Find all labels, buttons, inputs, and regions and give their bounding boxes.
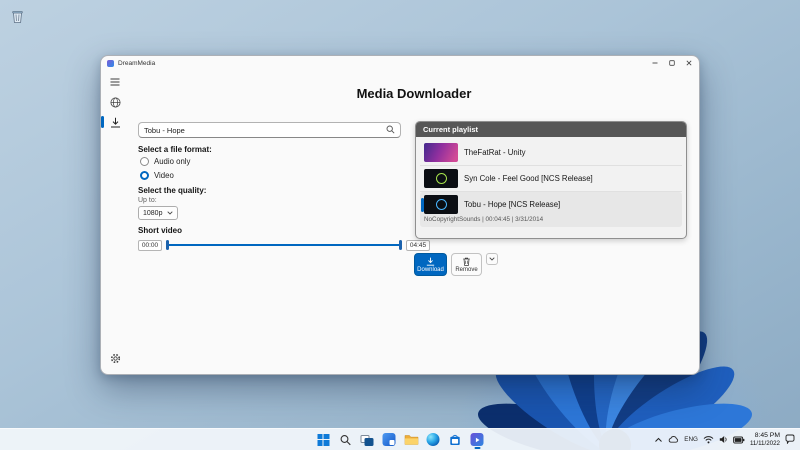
sidebar-item-browser[interactable] bbox=[105, 93, 125, 111]
download-button[interactable]: Download bbox=[414, 253, 447, 276]
system-tray: ENG 8:45 PM 11/11/2022 bbox=[654, 429, 795, 450]
trim-end-field[interactable]: 04:45 bbox=[406, 239, 430, 251]
microsoft-store-icon[interactable] bbox=[448, 432, 463, 447]
slider-thumb-start[interactable] bbox=[166, 240, 169, 250]
playlist-item-title: TheFatRat - Unity bbox=[464, 148, 526, 157]
playlist-thumbnail bbox=[424, 195, 458, 214]
recycle-bin-icon[interactable] bbox=[9, 7, 25, 25]
radio-video-label: Video bbox=[154, 171, 174, 180]
tray-date: 11/11/2022 bbox=[749, 439, 780, 447]
taskbar-center-icons bbox=[316, 429, 485, 450]
ncs-ring-icon bbox=[435, 199, 447, 210]
playlist-panel: Current playlist TheFatRat - Unity Syn C… bbox=[415, 121, 687, 239]
search-box[interactable] bbox=[138, 122, 401, 138]
app-window: DreamMedia Media Downloader Tobu - Hope … bbox=[100, 55, 700, 375]
remove-label: Remove bbox=[455, 266, 478, 273]
playlist-thumbnail bbox=[424, 143, 458, 162]
radio-unselected-icon bbox=[140, 157, 149, 166]
desktop: DreamMedia Media Downloader Tobu - Hope … bbox=[0, 0, 800, 450]
sidebar-item-downloader[interactable] bbox=[101, 113, 125, 131]
download-icon bbox=[110, 117, 120, 127]
maximize-icon[interactable] bbox=[663, 56, 680, 70]
battery-icon[interactable] bbox=[733, 431, 745, 449]
wifi-icon[interactable] bbox=[703, 431, 714, 449]
quality-section-label: Select the quality: bbox=[138, 186, 207, 195]
trim-section-label: Short video bbox=[138, 226, 183, 235]
taskbar-clock[interactable]: 8:45 PM 11/11/2022 bbox=[750, 432, 780, 448]
dreammedia-app-icon[interactable] bbox=[470, 432, 485, 449]
task-view-icon[interactable] bbox=[360, 432, 375, 447]
playlist-header: Current playlist bbox=[416, 122, 686, 137]
window-title: DreamMedia bbox=[118, 59, 156, 67]
language-indicator[interactable]: ENG bbox=[684, 436, 698, 443]
chevron-down-icon bbox=[167, 211, 173, 215]
chevron-down-icon bbox=[489, 257, 495, 261]
quality-hint: Up to: bbox=[138, 197, 157, 204]
playlist-item-1[interactable]: TheFatRat - Unity bbox=[420, 140, 682, 166]
remove-button[interactable]: Remove bbox=[451, 253, 482, 276]
download-icon bbox=[426, 257, 435, 266]
globe-icon bbox=[110, 97, 120, 107]
widgets-icon[interactable] bbox=[382, 432, 397, 447]
main-content: Media Downloader Select a file format: A… bbox=[129, 70, 699, 374]
trim-start-field[interactable]: 00:00 bbox=[138, 239, 162, 251]
trim-range-slider[interactable] bbox=[166, 239, 402, 251]
edge-browser-icon[interactable] bbox=[426, 432, 441, 447]
taskbar: ENG 8:45 PM 11/11/2022 bbox=[0, 428, 800, 450]
playlist-item-title: Tobu - Hope [NCS Release] bbox=[464, 200, 561, 209]
search-icon[interactable] bbox=[386, 121, 395, 139]
onedrive-cloud-icon[interactable] bbox=[668, 431, 679, 449]
ncs-ring-icon bbox=[435, 173, 447, 184]
hamburger-menu-icon[interactable] bbox=[105, 73, 125, 91]
trim-row: 00:00 04:45 bbox=[138, 239, 430, 251]
tray-chevron-up-icon[interactable] bbox=[654, 431, 663, 449]
playlist-items: TheFatRat - Unity Syn Cole - Feel Good [… bbox=[416, 137, 686, 230]
start-button-icon[interactable] bbox=[316, 432, 331, 447]
slider-track[interactable] bbox=[167, 244, 401, 246]
settings-gear-icon[interactable] bbox=[105, 349, 125, 367]
page-title: Media Downloader bbox=[356, 86, 472, 101]
nav-sidebar bbox=[101, 70, 129, 374]
quality-dropdown[interactable]: 1080p bbox=[138, 206, 178, 220]
format-section-label: Select a file format: bbox=[138, 145, 212, 154]
playlist-item-2[interactable]: Syn Cole - Feel Good [NCS Release] bbox=[420, 166, 682, 192]
trash-icon bbox=[463, 257, 470, 266]
quality-value: 1080p bbox=[143, 209, 163, 217]
minimize-icon[interactable] bbox=[646, 56, 663, 70]
slider-thumb-end[interactable] bbox=[399, 240, 402, 250]
more-actions-dropdown[interactable] bbox=[486, 253, 498, 265]
app-logo-icon bbox=[107, 59, 114, 67]
radio-audio-label: Audio only bbox=[154, 157, 191, 166]
playlist-thumbnail bbox=[424, 169, 458, 188]
download-label: Download bbox=[417, 266, 444, 273]
window-titlebar[interactable]: DreamMedia bbox=[101, 56, 699, 70]
radio-video[interactable]: Video bbox=[140, 171, 174, 180]
taskbar-search-icon[interactable] bbox=[338, 432, 353, 447]
radio-audio-only[interactable]: Audio only bbox=[140, 157, 190, 166]
playlist-item-meta: NoCopyrightSounds | 00:04:45 | 3/31/2014 bbox=[424, 216, 544, 223]
playlist-item-3-selected[interactable]: Tobu - Hope [NCS Release] NoCopyrightSou… bbox=[420, 192, 682, 227]
file-explorer-icon[interactable] bbox=[404, 432, 419, 447]
close-icon[interactable] bbox=[680, 56, 697, 70]
playlist-item-title: Syn Cole - Feel Good [NCS Release] bbox=[464, 174, 593, 183]
radio-selected-icon bbox=[140, 171, 149, 180]
tray-time: 8:45 PM bbox=[754, 431, 780, 439]
search-input[interactable] bbox=[144, 125, 386, 135]
volume-icon[interactable] bbox=[719, 431, 728, 449]
notification-center-icon[interactable] bbox=[785, 431, 795, 449]
